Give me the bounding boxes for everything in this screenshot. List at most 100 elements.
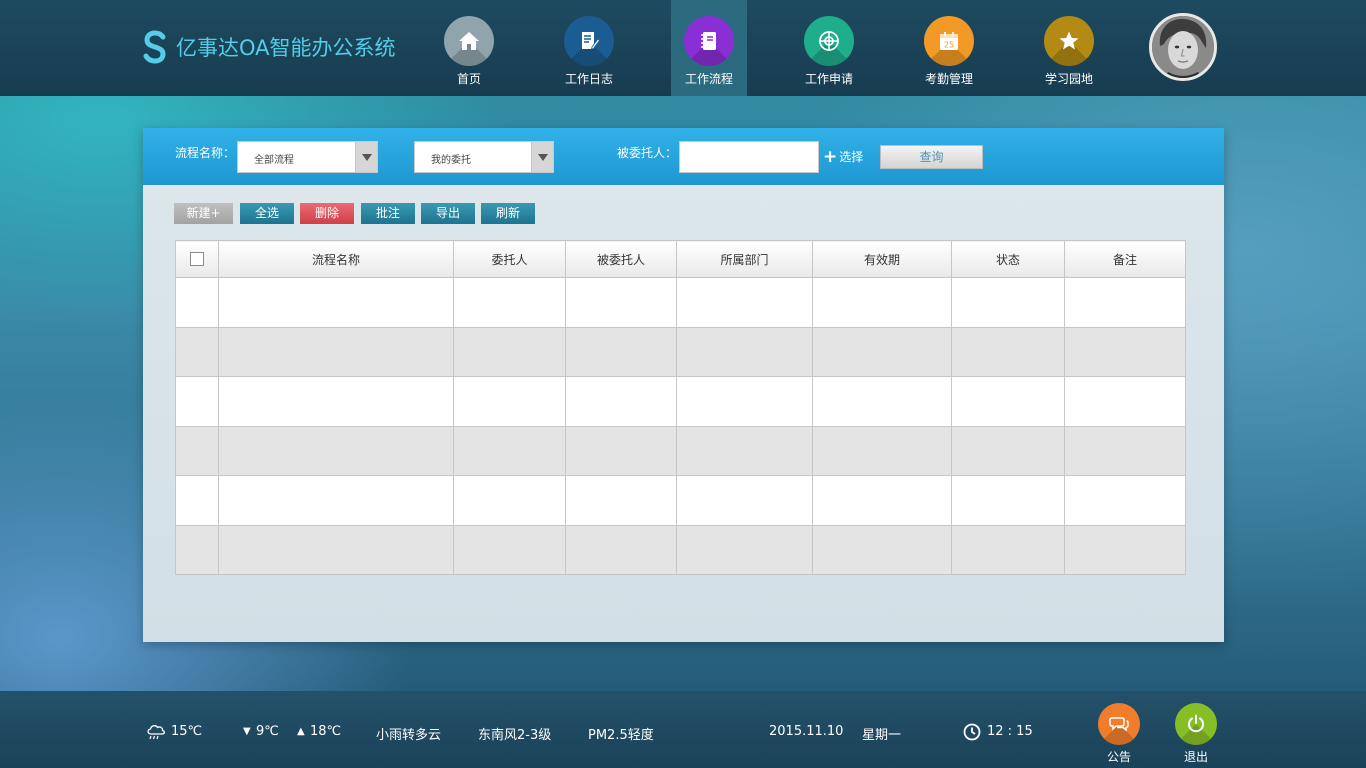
table-cell: [951, 425, 1065, 476]
notice-label: 公告: [1106, 750, 1131, 764]
table-cell: [951, 376, 1065, 427]
nav-home-label: 首页: [456, 72, 481, 86]
table-cell: [676, 326, 813, 377]
low-temperature: 9℃: [256, 724, 279, 739]
table-row[interactable]: [175, 475, 1186, 526]
table-cell: [565, 524, 677, 575]
nav-attendance[interactable]: 25 考勤管理: [911, 0, 987, 96]
rain-cloud-icon: [147, 725, 165, 740]
table-row[interactable]: [175, 376, 1186, 427]
column-header[interactable]: 有效期: [812, 240, 952, 278]
table-cell: [218, 376, 454, 427]
table-cell: [565, 425, 677, 476]
refresh-button[interactable]: 刷新: [481, 203, 535, 224]
table-cell: [812, 524, 952, 575]
nav-home[interactable]: 首页: [431, 0, 507, 96]
row-checkbox-cell[interactable]: [175, 524, 219, 575]
nav-workflow-label: 工作流程: [684, 72, 733, 86]
annotate-button[interactable]: 批注: [361, 203, 415, 224]
process-name-select[interactable]: 全部流程: [237, 141, 378, 173]
calendar-day-text: 25: [944, 41, 954, 50]
notice-button[interactable]: [1098, 703, 1140, 745]
table-cell: [218, 326, 454, 377]
delegatee-input[interactable]: [679, 141, 819, 173]
user-avatar[interactable]: [1149, 13, 1217, 81]
table-cell: [1064, 326, 1186, 377]
process-name-label: 流程名称：: [175, 146, 236, 160]
nav-work-journal[interactable]: 工作日志: [551, 0, 627, 96]
dropdown-arrow-icon: [531, 142, 553, 172]
table-cell: [812, 425, 952, 476]
clock-icon: [963, 723, 981, 741]
delegatee-label: 被委托人：: [617, 146, 678, 160]
weather-condition: 小雨转多云: [376, 728, 442, 743]
chat-bubble-icon: [1109, 717, 1129, 732]
table-cell: [218, 425, 454, 476]
table-cell: [453, 524, 566, 575]
table-row[interactable]: [175, 326, 1186, 377]
nav-workflow[interactable]: 工作流程: [671, 0, 747, 96]
column-header[interactable]: 流程名称: [218, 240, 454, 278]
export-button[interactable]: 导出: [421, 203, 475, 224]
calendar-icon: 25: [924, 16, 974, 66]
table-cell: [453, 277, 566, 328]
table-row[interactable]: [175, 524, 1186, 575]
column-header[interactable]: 所属部门: [676, 240, 813, 278]
table-cell: [565, 376, 677, 427]
power-icon: [1188, 714, 1204, 733]
process-name-select-value: 全部流程: [254, 155, 294, 166]
table-cell: [951, 475, 1065, 526]
nav-learning-label: 学习园地: [1044, 72, 1093, 86]
table-row[interactable]: [175, 277, 1186, 328]
table-cell: [676, 425, 813, 476]
home-icon: [444, 16, 494, 66]
table-header-row: 流程名称 委托人 被委托人 所属部门 有效期 状态 备注: [175, 240, 1186, 278]
logout-button[interactable]: [1175, 703, 1217, 745]
table-cell: [1064, 425, 1186, 476]
table-cell: [951, 277, 1065, 328]
column-header[interactable]: 委托人: [453, 240, 566, 278]
table-cell: [565, 277, 677, 328]
column-header[interactable]: 备注: [1064, 240, 1186, 278]
delegation-table: 流程名称 委托人 被委托人 所属部门 有效期 状态 备注: [175, 240, 1186, 575]
notebook-icon: [684, 16, 734, 66]
row-checkbox-cell[interactable]: [175, 475, 219, 526]
nav-work-request-label: 工作申请: [804, 72, 853, 86]
column-header[interactable]: 状态: [951, 240, 1065, 278]
workflow-delegation-panel: 流程名称： 全部流程 我的委托 被委托人： + 选择 查询 新建+ 全选 删除 …: [143, 128, 1224, 642]
table-cell: [812, 376, 952, 427]
choose-delegatee-label: 选择: [839, 150, 864, 164]
row-checkbox-cell[interactable]: [175, 425, 219, 476]
delegation-type-select[interactable]: 我的委托: [414, 141, 554, 173]
logout-label: 退出: [1183, 750, 1208, 764]
column-header[interactable]: 被委托人: [565, 240, 677, 278]
logo-s-icon: [143, 30, 166, 64]
table-cell: [812, 277, 952, 328]
row-checkbox-cell[interactable]: [175, 326, 219, 377]
table-cell: [951, 524, 1065, 575]
current-time: 12 : 15: [987, 724, 1033, 739]
choose-delegatee-button[interactable]: + 选择: [823, 148, 863, 165]
table-cell: [676, 277, 813, 328]
new-button[interactable]: 新建+: [174, 203, 233, 224]
current-temperature: 15℃: [171, 724, 203, 739]
nav-learning[interactable]: 学习园地: [1031, 0, 1107, 96]
table-cell: [1064, 376, 1186, 427]
high-temperature: 18℃: [310, 724, 342, 739]
table-cell: [1064, 475, 1186, 526]
delete-button[interactable]: 删除: [300, 203, 354, 224]
top-navigation-bar: 亿事达OA智能办公系统 首页 工作日志 工作流程 工作申请 25 考勤管理 学习…: [0, 0, 1366, 96]
globe-icon: [804, 16, 854, 66]
row-checkbox-cell[interactable]: [175, 376, 219, 427]
wind-info: 东南风2-3级: [478, 728, 552, 743]
nav-work-request[interactable]: 工作申请: [791, 0, 867, 96]
app-logo: 亿事达OA智能办公系统: [142, 30, 396, 64]
table-cell: [676, 475, 813, 526]
select-all-checkbox[interactable]: [190, 252, 204, 267]
current-date: 2015.11.10: [769, 724, 844, 739]
select-all-button[interactable]: 全选: [240, 203, 294, 224]
table-row[interactable]: [175, 425, 1186, 476]
query-button[interactable]: 查询: [880, 145, 983, 169]
row-checkbox-cell[interactable]: [175, 277, 219, 328]
plus-icon: +: [823, 146, 838, 167]
